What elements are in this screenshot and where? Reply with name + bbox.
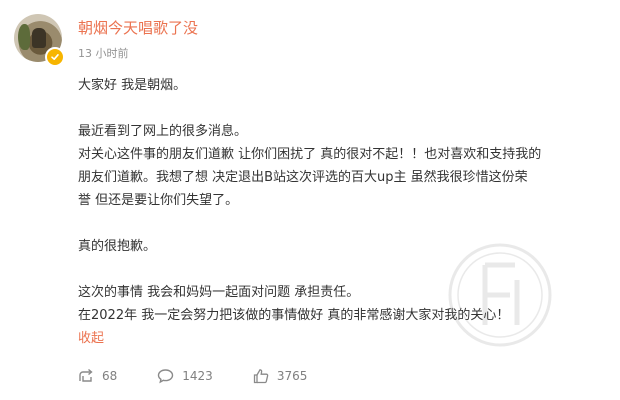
weibo-post: 朝烟今天唱歌了没 13 小时前 大家好 我是朝烟。 最近看到了网上的很多消息。 …: [0, 0, 620, 400]
post-timestamp[interactable]: 13 小时前: [78, 45, 129, 61]
collapse-link[interactable]: 收起: [78, 327, 603, 350]
comment-button[interactable]: 1423: [157, 368, 213, 384]
avatar-figure: [32, 28, 46, 48]
post-action-bar: 68 1423 3765: [78, 365, 347, 387]
like-button[interactable]: 3765: [253, 368, 308, 384]
post-text-line: 最近看到了网上的很多消息。: [78, 124, 248, 139]
post-content: 大家好 我是朝烟。 最近看到了网上的很多消息。 对关心这件事的朋友们道歉 让你们…: [78, 74, 603, 350]
comment-icon: [158, 369, 174, 384]
repost-icon: [79, 368, 93, 382]
post-text-line: 对关心这件事的朋友们道歉 让你们困扰了 真的很对不起！！也对喜欢和支持我的: [78, 147, 542, 162]
post-text-line: 誉 但还是要让你们失望了。: [78, 193, 239, 208]
post-text-line: 大家好 我是朝烟。: [78, 78, 187, 93]
like-count: 3765: [276, 369, 308, 383]
post-text-line: 朋友们道歉。我想了想 决定退出B站这次评选的百大up主 虽然我很珍惜这份荣: [78, 170, 528, 185]
post-text-line: 真的很抱歉。: [78, 239, 157, 254]
repost-count: 68: [102, 369, 118, 383]
post-text-line: 在2022年 我一定会努力把该做的事情做好 真的非常感谢大家对我的关心！: [78, 308, 510, 323]
comment-count: 1423: [182, 369, 213, 383]
avatar-plant: [18, 24, 30, 50]
thumbs-up-icon: [253, 369, 269, 384]
verified-badge-icon: [45, 47, 65, 67]
repost-button[interactable]: 68: [78, 368, 117, 384]
post-text-line: 这次的事情 我会和妈妈一起面对问题 承担责任。: [78, 285, 360, 300]
username[interactable]: 朝烟今天唱歌了没: [78, 17, 198, 39]
